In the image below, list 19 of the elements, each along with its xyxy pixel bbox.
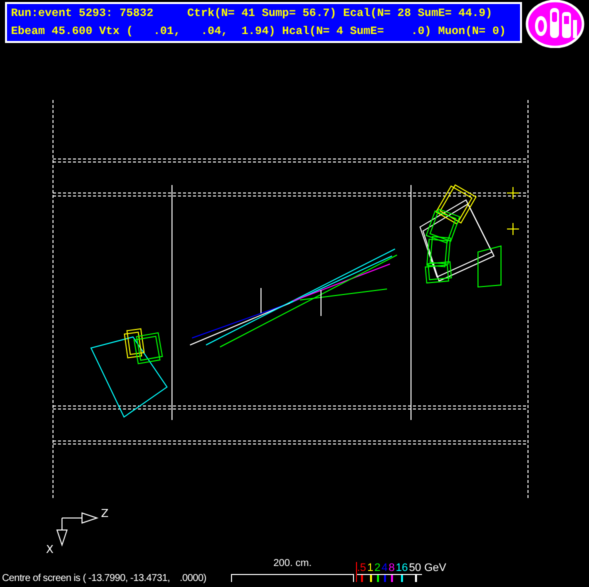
energy-label: 1 <box>367 562 374 574</box>
info-line: Ebeam 45.600 Vtx ( .01, .04, 1.94) Hcal(N= 4 SumE= .0) Muon(N= 0) <box>11 24 507 40</box>
energy-label: 50 <box>408 562 422 574</box>
energy-label: 2 <box>374 562 380 574</box>
vertex-marker-drawing <box>260 288 322 316</box>
info-line: Run:event 5293: 75832 Ctrk(N= 41 Sump= 56.7) Ecal(N= 28 SumE= 44.9) <box>11 6 494 22</box>
energy-label: .5 <box>357 562 366 574</box>
energy-label: 16 <box>396 562 408 574</box>
axis-label: Z <box>101 507 109 520</box>
energy-label: 8 <box>388 562 395 574</box>
emblem-icon <box>525 0 585 48</box>
cross-icon <box>506 222 520 236</box>
axes-drawing <box>56 512 99 547</box>
axis-label: X <box>46 543 54 555</box>
scale-label: 200. cm. <box>273 558 312 570</box>
unit-label: GeV <box>424 562 446 574</box>
cross-icon <box>506 186 520 200</box>
status-text: Centre of screen is ( -13.7990, -13.4731, .0000) <box>2 573 208 585</box>
energy-label: 4 <box>381 562 388 574</box>
